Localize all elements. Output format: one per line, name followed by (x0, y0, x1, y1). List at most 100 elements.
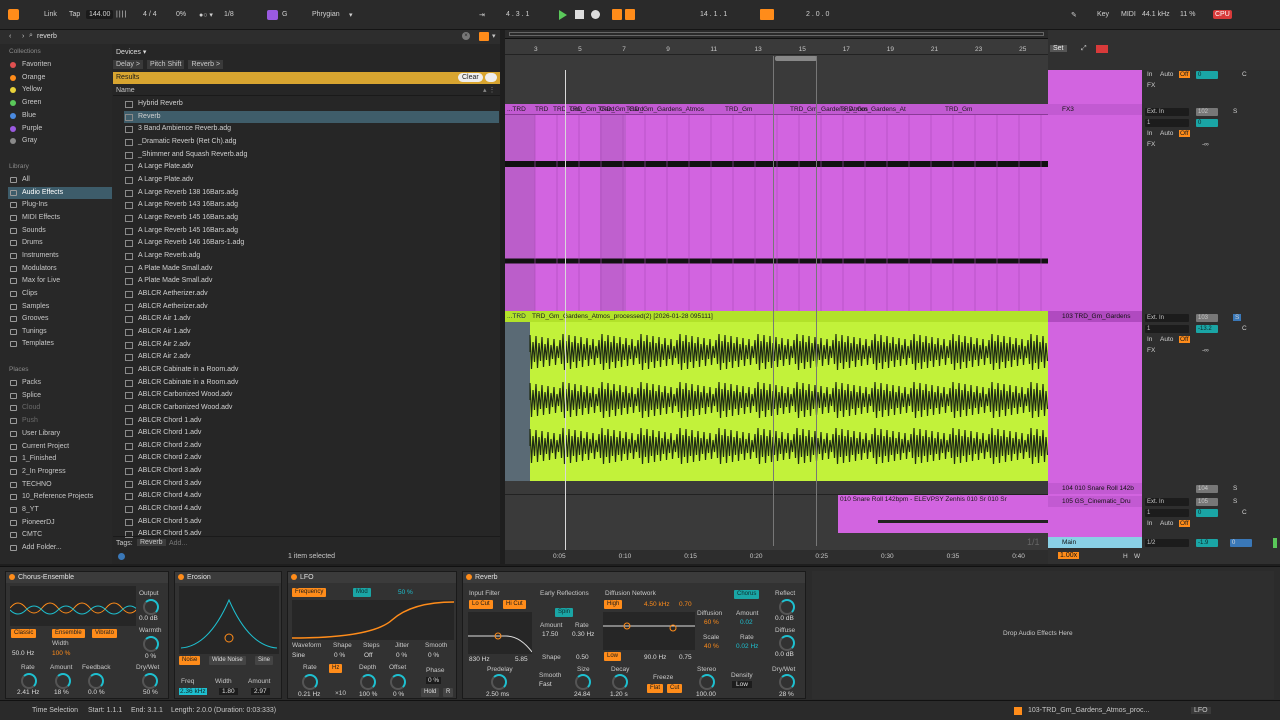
fx-label-fx3[interactable]: FX (1147, 141, 1155, 148)
result-item[interactable]: A Plate Made Small.adv (124, 263, 499, 276)
library-grooves[interactable]: Grooves (8, 313, 112, 325)
scale-value[interactable]: 40 % (704, 643, 719, 650)
quantize-field[interactable]: 1/8 (224, 11, 234, 18)
place-1-finished[interactable]: 1_Finished (8, 453, 112, 465)
pan-top[interactable]: C (1242, 71, 1247, 78)
playhead[interactable] (565, 70, 566, 550)
warmth-knob[interactable] (143, 636, 159, 652)
chorus-amount-value[interactable]: 0.02 (740, 619, 753, 626)
lowfreq-value[interactable]: 830 Hz (469, 656, 490, 663)
time-ruler[interactable]: 0:05 0:10 0:15 0:20 0:25 0:30 0:35 0:40 (505, 550, 1048, 564)
overdub-icon[interactable] (612, 9, 622, 20)
pink-clip-label[interactable]: TRD_Gm_Gardens_At (840, 106, 906, 113)
offset-knob[interactable] (390, 674, 406, 690)
fx-label-top[interactable]: FX (1147, 82, 1155, 89)
early-rate-value[interactable]: 0.30 Hz (572, 631, 594, 638)
result-item[interactable]: ABLCR Aetherizer.adv (124, 288, 499, 301)
jitter-value[interactable]: 0 % (396, 652, 407, 659)
lfo-title[interactable]: LFO (288, 572, 456, 583)
library-audio-effects[interactable]: Audio Effects (8, 186, 112, 199)
midi-mapping[interactable]: MIDI (1121, 11, 1136, 18)
result-item[interactable]: ABLCR Cabinate in a Room.adv (124, 377, 499, 390)
high-freq-value[interactable]: 4.50 kHz (644, 601, 670, 608)
automation-arm-icon[interactable] (625, 9, 635, 20)
result-item[interactable]: ABLCR Chord 1.adv (124, 427, 499, 440)
sort-icon[interactable]: ▴ ⋮ (483, 86, 495, 94)
collection-favoriten[interactable]: Favoriten (8, 59, 112, 71)
key-icon[interactable] (267, 10, 278, 20)
shape-value[interactable]: 0 % (334, 652, 345, 659)
results-add-icon[interactable] (485, 73, 497, 82)
smooth-value[interactable]: Fast (539, 681, 552, 688)
place-cloud[interactable]: Cloud (8, 402, 112, 414)
pink-clip-label[interactable]: ...TRD (507, 106, 526, 113)
pan-main[interactable]: 0 (1230, 539, 1252, 547)
x10-button[interactable]: ×10 (335, 690, 346, 697)
off-label-top[interactable]: Off (1179, 71, 1190, 78)
erosion-width-value[interactable]: 1.80 (219, 688, 238, 695)
expand-icon[interactable]: ⤢ (1081, 45, 1087, 53)
collection-purple[interactable]: Purple (8, 123, 112, 135)
lfo-rate-knob[interactable] (302, 674, 318, 690)
result-item[interactable]: ABLCR Chord 2.adv (124, 452, 499, 465)
place-splice[interactable]: Splice (8, 390, 112, 402)
in-label-105[interactable]: In (1147, 520, 1152, 527)
reverb-drywet-knob[interactable] (779, 674, 795, 690)
chorus-title[interactable]: Chorus-Ensemble (6, 572, 168, 583)
breadcrumb-delay[interactable]: Delay > (113, 60, 143, 69)
result-item[interactable]: A Large Reverb 146 16Bars-1.adg (124, 237, 499, 250)
lfo-mod-button[interactable]: Mod (353, 588, 371, 597)
track-105-lane[interactable]: 010 Snare Roll 142bpm - ELEVPSY Zenhis 0… (505, 495, 1048, 535)
snare-clip[interactable]: 010 Snare Roll 142bpm - ELEVPSY Zenhis 0… (838, 495, 1048, 533)
amount-knob[interactable] (55, 673, 71, 689)
channel-103[interactable]: 1 (1145, 325, 1189, 333)
low-value[interactable]: 0.75 (679, 654, 692, 661)
reverb-title[interactable]: Reverb (463, 572, 805, 583)
result-item[interactable]: A Large Reverb.adg (124, 250, 499, 263)
result-item[interactable]: A Plate Made Small.adv (124, 275, 499, 288)
library-instruments[interactable]: Instruments (8, 250, 112, 262)
w-toggle[interactable]: W (1134, 553, 1140, 560)
result-item[interactable]: A Large Reverb 143 16Bars.adg (124, 199, 499, 212)
result-item[interactable]: ABLCR Chord 2.adv (124, 440, 499, 453)
pan-103[interactable]: C (1242, 325, 1247, 332)
place-8-yt[interactable]: 8_YT (8, 504, 112, 516)
mode-sine[interactable]: Sine (255, 656, 274, 665)
auto-label-top[interactable]: Auto (1160, 71, 1173, 78)
loop-icon[interactable] (760, 9, 774, 20)
place-10-reference-projects[interactable]: 10_Reference Projects (8, 491, 112, 503)
lfo-frequency-button[interactable]: Frequency (292, 588, 327, 597)
size-knob[interactable] (575, 674, 591, 690)
channel-105[interactable]: 1 (1145, 509, 1189, 517)
track-header-104[interactable]: 104 010 Snare Roll 142b (1048, 483, 1142, 494)
pan-105[interactable]: C (1242, 509, 1247, 516)
result-item[interactable]: A Large Plate.adv (124, 161, 499, 174)
flat-button[interactable]: Flat (647, 684, 664, 693)
solo-fx3[interactable]: S (1233, 108, 1237, 115)
breadcrumb-pitch-shift[interactable]: Pitch Shift (146, 60, 185, 69)
erosion-amount-value[interactable]: 2.97 (251, 688, 270, 695)
mode-ensemble[interactable]: Ensemble (52, 629, 85, 638)
place-pioneerdj[interactable]: PioneerDJ (8, 517, 112, 529)
freeze-label[interactable]: Freeze (653, 674, 673, 681)
devices-dropdown[interactable]: Devices ▾ (116, 48, 146, 56)
lfo-pct[interactable]: 50 % (398, 589, 413, 596)
smooth-value[interactable]: 0 % (428, 652, 439, 659)
mode-noise[interactable]: Noise (179, 656, 201, 665)
reflect-knob[interactable] (779, 599, 795, 615)
key-field[interactable]: G (282, 11, 287, 18)
depth-knob[interactable] (360, 674, 376, 690)
mode-vibrato[interactable]: Vibrato (92, 629, 117, 638)
result-item[interactable]: _Dramatic Reverb (Ret Ch).adg (124, 136, 499, 149)
result-item[interactable]: ABLCR Cabinate in a Room.adv (124, 364, 499, 377)
result-item[interactable]: ABLCR Aetherizer.adv (124, 301, 499, 314)
fx-label-103[interactable]: FX (1147, 347, 1155, 354)
result-item[interactable]: ABLCR Chord 1.adv (124, 415, 499, 428)
scale-dropdown-icon[interactable]: ▾ (349, 11, 353, 19)
key-mapping[interactable]: Key (1097, 11, 1109, 18)
mode-wide-noise[interactable]: Wide Noise (209, 656, 246, 665)
library-clips[interactable]: Clips (8, 288, 112, 300)
library-midi-effects[interactable]: MIDI Effects (8, 212, 112, 224)
density-value[interactable]: Low (732, 681, 752, 688)
result-item[interactable]: A Large Reverb 145 16Bars.adg (124, 212, 499, 225)
